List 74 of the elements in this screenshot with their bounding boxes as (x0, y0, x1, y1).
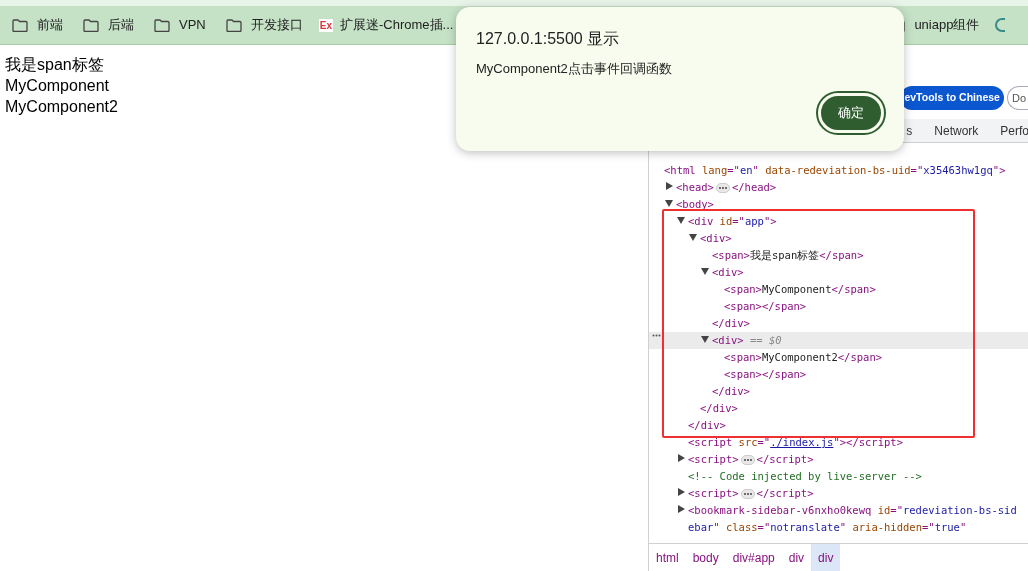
collapsed-triangle-icon[interactable] (678, 488, 685, 496)
dom-node-row[interactable]: <div> (649, 230, 1028, 247)
dom-node-row[interactable]: <div> (649, 264, 1028, 281)
dom-node-text: <body> (676, 198, 714, 210)
dom-node-text: <span>MyComponent</span> (724, 283, 876, 295)
dialog-message: MyComponent2点击事件回调函数 (476, 60, 673, 78)
collapsed-triangle-icon[interactable] (678, 454, 685, 462)
dom-node-row[interactable]: <span>我是span标签</span> (649, 247, 1028, 264)
dom-node-text: <div> (700, 232, 732, 244)
closing-tag: </div> (700, 402, 738, 414)
dom-node-text: <head> </head> (676, 181, 777, 193)
dom-node-text: <!-- Code injected by live-server --> (688, 470, 922, 482)
dom-node-row[interactable]: <div> == $0 (649, 332, 1028, 349)
dom-node-row[interactable]: <span>MyComponent</span> (649, 281, 1028, 298)
expanded-triangle-icon[interactable] (701, 268, 709, 275)
collapsed-content-icon[interactable] (740, 489, 755, 499)
dom-node-text: <span>我是span标签</span> (712, 249, 864, 261)
folder-icon (12, 18, 28, 32)
page-text: 我是span标签 (5, 55, 104, 75)
page-text: MyComponent2 (5, 97, 118, 117)
closing-tag: </div> (688, 419, 726, 431)
dom-node-row[interactable]: <html lang="en" data-redeviation-bs-uid="x35463hw1gq"> (649, 162, 1028, 179)
dom-node-row[interactable]: <span></span> (649, 366, 1028, 383)
bookmark-link[interactable]: Ex 扩展迷-Chrome插... (312, 11, 460, 39)
dom-node-text: <script> </script> (688, 453, 814, 465)
dom-node-text: <script src="./index.js"></script> (688, 436, 903, 448)
bookmark-folder[interactable]: 后端 (73, 11, 144, 39)
dom-node-row[interactable]: <span>MyComponent2</span> (649, 349, 1028, 366)
bookmark-folder[interactable]: 开发接口 (215, 11, 313, 39)
expanded-triangle-icon[interactable] (677, 217, 685, 224)
dom-node-text: <span></span> (724, 368, 807, 380)
expanded-triangle-icon[interactable] (665, 200, 673, 207)
collapsed-triangle-icon[interactable] (666, 182, 673, 190)
dom-node-row[interactable]: <script> </script> (649, 451, 1028, 468)
devtools-tab[interactable]: Network (923, 119, 990, 142)
dom-node-text: <div> == $0 (712, 334, 782, 346)
dom-node-text: <div id="app"> (688, 215, 777, 227)
dom-node-row[interactable]: <span></span> (649, 298, 1028, 315)
dom-node-row[interactable]: <script> </script> (649, 485, 1028, 502)
collapsed-triangle-icon[interactable] (678, 505, 685, 513)
confirm-button[interactable]: 确定 (818, 92, 884, 133)
dom-node-text: <html lang="en" data-redeviation-bs-uid="x35463hw1gq"> (664, 164, 1006, 176)
bookmark-folder[interactable]: VPN (144, 11, 216, 39)
collapsed-content-icon[interactable] (740, 455, 755, 465)
dom-node-row[interactable]: <!-- Code injected by live-server --> (649, 468, 1028, 485)
expanded-triangle-icon[interactable] (689, 234, 697, 241)
folder-icon (154, 18, 170, 32)
folder-icon (225, 18, 242, 32)
more-options-icon[interactable] (652, 334, 661, 337)
dom-node-row[interactable]: <bookmark-sidebar-v6nxho0kewq id="redeviation-bs-sidebar" class="notranslate" aria-hidden="true" (649, 502, 1028, 536)
page-text: MyComponent (5, 76, 110, 96)
bookmark-folder[interactable]: 前端 (2, 11, 73, 39)
dom-node-text: <bookmark-sidebar-v6nxho0kewq id="redeviation-bs-sidebar" class="notranslate" aria-hidden="true" (688, 504, 1017, 533)
dom-node-text: <script> </script> (688, 487, 814, 499)
dom-node-row[interactable]: <div id="app"> (649, 213, 1028, 230)
breadcrumb-item[interactable]: div (781, 544, 812, 571)
closing-tag: </div> (712, 317, 750, 329)
extension-logo: Ex (318, 18, 333, 32)
closing-tag: </div> (712, 385, 750, 397)
dom-node-text: <span></span> (724, 300, 807, 312)
dom-node-row[interactable]: <script src="./index.js"></script> (649, 434, 1028, 451)
breadcrumb-item[interactable]: div#app (725, 544, 782, 571)
breadcrumb-item[interactable]: div (811, 544, 841, 571)
dom-node-row[interactable]: <body> (649, 196, 1028, 213)
devtools-tab[interactable]: Perfo (989, 119, 1028, 142)
folder-icon (83, 18, 99, 32)
dom-node-text: <div> (712, 266, 744, 278)
dom-node-row[interactable]: <head> </head> (649, 179, 1028, 196)
dom-node-text: <span>MyComponent2</span> (724, 351, 883, 363)
collapsed-content-icon[interactable] (715, 183, 730, 193)
breadcrumb-item[interactable]: body (685, 544, 726, 571)
breadcrumb-item[interactable]: html (649, 544, 686, 571)
expanded-triangle-icon[interactable] (701, 336, 709, 343)
dialog-title: 127.0.0.1:5500 显示 (476, 29, 621, 49)
